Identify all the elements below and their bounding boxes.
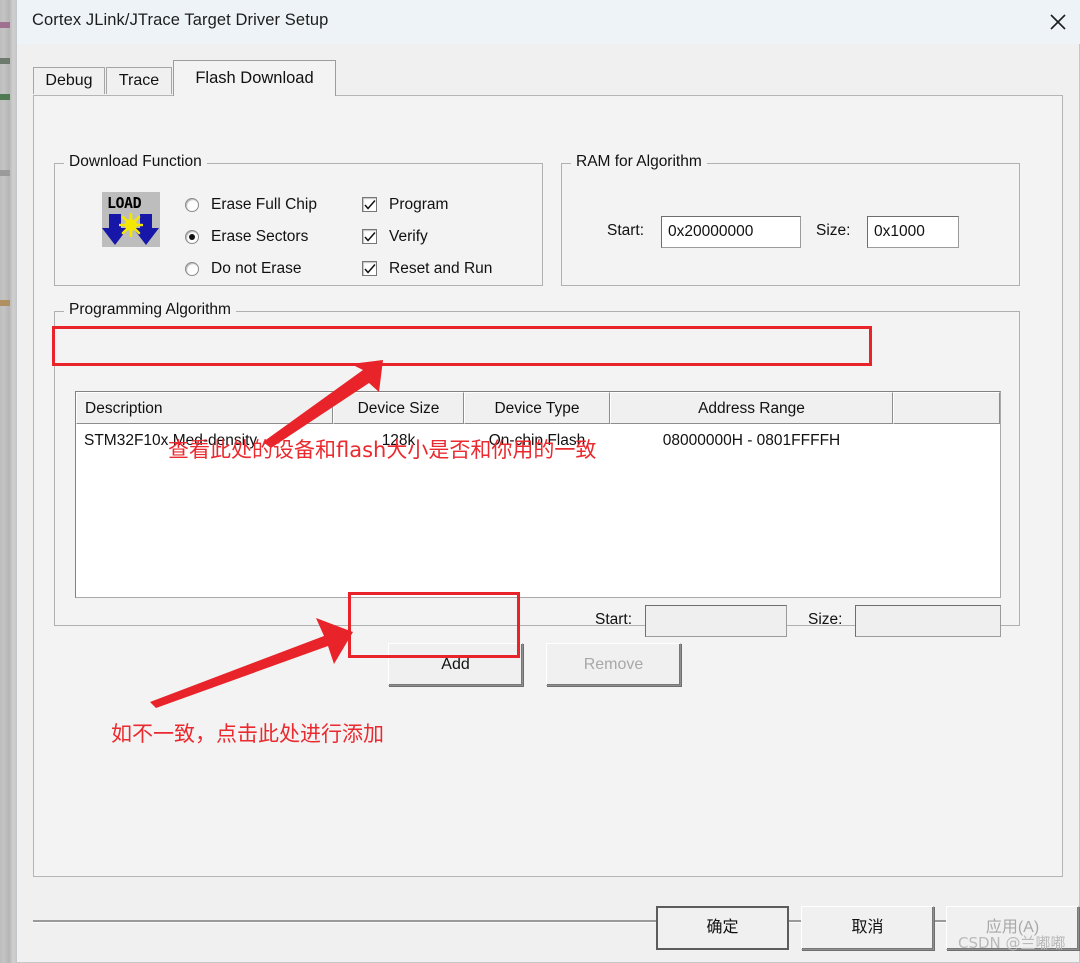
annotation-text-row: 查看此处的设备和flash大小是否和你用的一致 xyxy=(168,438,597,462)
check-icon xyxy=(364,264,376,274)
group-download-function: Download Function LOAD Erase Full Chip E… xyxy=(54,153,543,286)
group-download-function-legend: Download Function xyxy=(64,153,207,171)
load-icon-word: LOAD xyxy=(107,194,142,212)
radio-do-not-erase-control[interactable] xyxy=(185,262,199,276)
dialog-body: Debug Trace Flash Download Download Func… xyxy=(17,44,1079,962)
bg-fleck xyxy=(0,22,10,28)
cell-spacer xyxy=(893,424,1000,457)
cancel-button[interactable]: 取消 xyxy=(801,906,934,950)
ok-button[interactable]: 确定 xyxy=(656,906,789,950)
bg-fleck xyxy=(0,300,10,306)
column-header-device-type[interactable]: Device Type xyxy=(464,392,610,424)
column-header-description[interactable]: Description xyxy=(76,392,333,424)
load-sunburst-icon xyxy=(119,213,143,237)
checkbox-program-control[interactable] xyxy=(362,197,377,212)
group-programming-algorithm: Programming Algorithm Description Device… xyxy=(54,301,1020,637)
radio-erase-full-chip-label: Erase Full Chip xyxy=(211,196,317,213)
cell-address-range: 08000000H - 0801FFFFH xyxy=(662,432,841,449)
annotation-text-add: 如不一致，点击此处进行添加 xyxy=(111,722,384,746)
tab-debug[interactable]: Debug xyxy=(33,67,105,94)
close-glyph xyxy=(1050,14,1066,30)
algorithm-size-label: Size: xyxy=(808,611,843,628)
radio-erase-sectors-label: Erase Sectors xyxy=(211,228,309,245)
group-ram-legend: RAM for Algorithm xyxy=(571,153,707,171)
title-bar: Cortex JLink/JTrace Target Driver Setup xyxy=(17,0,1080,44)
ram-start-input[interactable]: 0x20000000 xyxy=(661,216,801,248)
load-icon: LOAD xyxy=(102,192,160,247)
background-window-strip xyxy=(0,0,16,963)
algorithm-start-label: Start: xyxy=(595,611,633,628)
checkbox-reset-and-run-control[interactable] xyxy=(362,261,377,276)
tab-panel-flash-download: Download Function LOAD Erase Full Chip E… xyxy=(33,95,1063,877)
ram-size-label: Size: xyxy=(816,222,851,239)
check-icon xyxy=(364,200,376,210)
ram-size-input[interactable]: 0x1000 xyxy=(867,216,959,248)
checkbox-reset-and-run-label: Reset and Run xyxy=(389,260,493,277)
algorithm-size-input[interactable] xyxy=(855,605,1001,637)
close-icon[interactable] xyxy=(1035,0,1080,44)
add-button[interactable]: Add xyxy=(388,643,523,686)
group-ram-for-algorithm: RAM for Algorithm Start: 0x20000000 Size… xyxy=(561,153,1020,286)
radio-do-not-erase-label: Do not Erase xyxy=(211,260,302,277)
column-header-device-size[interactable]: Device Size xyxy=(333,392,464,424)
check-icon xyxy=(364,232,376,242)
algorithm-list-header: Description Device Size Device Type Addr… xyxy=(76,392,1000,424)
bg-fleck xyxy=(0,94,10,100)
column-header-spacer[interactable] xyxy=(893,392,1000,424)
csdn-watermark: CSDN @兰嘟嘟 xyxy=(958,934,1066,952)
checkbox-verify-control[interactable] xyxy=(362,229,377,244)
radio-erase-full-chip-control[interactable] xyxy=(185,198,199,212)
checkbox-program-label: Program xyxy=(389,196,449,213)
group-programming-algorithm-legend: Programming Algorithm xyxy=(64,301,236,319)
remove-button[interactable]: Remove xyxy=(546,643,681,686)
ram-start-label: Start: xyxy=(607,222,645,239)
algorithm-list[interactable]: Description Device Size Device Type Addr… xyxy=(75,391,1001,598)
window-title: Cortex JLink/JTrace Target Driver Setup xyxy=(32,11,329,29)
tab-bar: Debug Trace Flash Download xyxy=(33,60,1063,96)
dialog-window: Cortex JLink/JTrace Target Driver Setup … xyxy=(16,0,1080,963)
tab-trace[interactable]: Trace xyxy=(106,67,172,94)
algorithm-start-input[interactable] xyxy=(645,605,787,637)
bg-fleck xyxy=(0,170,10,176)
checkbox-verify-label: Verify xyxy=(389,228,428,245)
column-header-address-range[interactable]: Address Range xyxy=(610,392,893,424)
radio-selected-dot xyxy=(189,234,195,240)
radio-erase-sectors-control[interactable] xyxy=(185,230,199,244)
bg-fleck xyxy=(0,58,10,64)
tab-flash-download[interactable]: Flash Download xyxy=(173,60,336,96)
